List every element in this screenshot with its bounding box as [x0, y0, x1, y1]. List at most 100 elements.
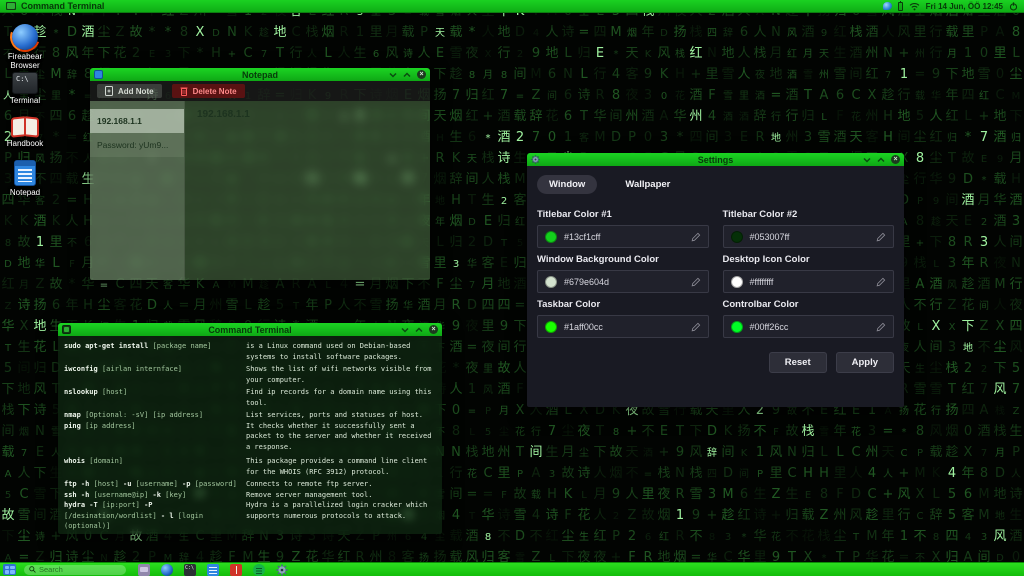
terminal-row: nmap [Optional: -sV] [ip address]List se… [64, 410, 436, 421]
settings-titlebar[interactable]: Settings × [527, 153, 904, 166]
command-desc: This package provides a command line cli… [246, 456, 436, 477]
terminal-output[interactable]: sudo apt-get install [package name]is a … [58, 336, 442, 535]
color-input[interactable]: #1aff00cc [537, 315, 709, 338]
note-editor[interactable]: 192.168.1.1 [185, 101, 430, 281]
prompt-symbol: $ [72, 535, 76, 536]
taskbar-app-icons: C:\ [138, 564, 288, 576]
minimize-icon[interactable] [389, 72, 397, 78]
command-text: ftp -h [host] -u [username] -p [password… [64, 479, 246, 490]
command-text: hydra -T [ip:port] -P [/desination/wordl… [64, 500, 246, 532]
tab-wallpaper[interactable]: Wallpaper [613, 175, 682, 194]
edit-pencil-icon[interactable] [876, 277, 886, 287]
active-app-title: Command Terminal [21, 1, 104, 11]
tab-window[interactable]: Window [537, 175, 597, 194]
wifi-icon[interactable] [909, 2, 920, 11]
minimize-icon[interactable] [401, 327, 409, 333]
desktop-icon-label: Terminal [10, 96, 40, 105]
field-titlebar-color-2: Titlebar Color #2 #053007ff [723, 203, 895, 248]
color-swatch [731, 321, 743, 333]
command-desc: Hydra is a parallelized login cracker wh… [246, 500, 436, 532]
color-input[interactable]: #ffffffff [723, 270, 895, 293]
color-input[interactable]: #053007ff [723, 225, 895, 248]
reset-button[interactable]: Reset [769, 352, 827, 373]
notepad-icon [14, 160, 36, 186]
color-value: #00ff26cc [750, 322, 789, 332]
color-input[interactable]: #00ff26cc [723, 315, 895, 338]
terminal-row: ping [ip address]It checks whether it su… [64, 421, 436, 453]
field-desktop-icon-color: Desktop Icon Color #ffffffff [723, 248, 895, 293]
search-icon [29, 566, 36, 573]
note-list-item[interactable]: 192.168.1.1 [90, 109, 184, 133]
notepad-app-icon [94, 70, 103, 79]
edit-pencil-icon[interactable] [691, 232, 701, 242]
color-swatch [545, 276, 557, 288]
terminal-icon: C:\ [12, 72, 38, 94]
color-input[interactable]: #679e604d [537, 270, 709, 293]
desktop-icon-fireabear-browser[interactable]: Fireabear Browser [2, 24, 48, 70]
close-icon[interactable]: × [417, 70, 426, 79]
desktop-icon-notepad[interactable]: Notepad [2, 160, 48, 197]
color-input[interactable]: #13cf1cff [537, 225, 709, 248]
maximize-icon[interactable] [403, 72, 411, 78]
app-icon[interactable] [138, 564, 150, 576]
clock[interactable]: Fri 14 Jun, ÖÖ 12:45 [926, 2, 1003, 11]
field-label: Titlebar Color #2 [723, 209, 895, 220]
minimize-icon[interactable] [863, 157, 871, 163]
taskbar-search[interactable] [24, 565, 126, 575]
settings-body: Window Wallpaper Titlebar Color #1 #13cf… [527, 166, 904, 408]
edit-pencil-icon[interactable] [691, 277, 701, 287]
command-desc: Find ip records for a domain name using … [246, 387, 436, 408]
terminal-window: Command Terminal × sudo apt-get install … [57, 322, 443, 535]
desktop-icon-handbook[interactable]: Handbook [2, 117, 48, 148]
color-fields: Titlebar Color #1 #13cf1cff Titlebar Col… [537, 203, 894, 338]
field-titlebar-color-1: Titlebar Color #1 #13cf1cff [537, 203, 709, 248]
close-icon[interactable]: × [891, 155, 900, 164]
settings-gear-icon[interactable] [276, 564, 288, 576]
prompt-path: ~ [64, 535, 68, 536]
settings-window: Settings × Window Wallpaper Titlebar Col… [526, 152, 905, 408]
field-taskbar-color: Taskbar Color #1aff00cc [537, 293, 709, 338]
search-input[interactable] [39, 565, 119, 574]
terminal-icon[interactable]: C:\ [184, 564, 196, 576]
start-button[interactable] [3, 564, 16, 575]
maximize-icon[interactable] [877, 157, 885, 163]
close-icon[interactable]: × [429, 325, 438, 334]
power-icon[interactable] [1009, 2, 1018, 11]
edit-pencil-icon[interactable] [876, 322, 886, 332]
terminal-row: iwconfig [airlan internface]Shows the li… [64, 364, 436, 385]
field-controlbar-color: Controlbar Color #00ff26cc [723, 293, 895, 338]
browser-globe-icon [12, 24, 38, 50]
notepad-icon[interactable] [207, 564, 219, 576]
color-value: #679e604d [564, 277, 609, 287]
desktop-icon-terminal[interactable]: C:\ Terminal [2, 72, 48, 105]
command-text: nmap [Optional: -sV] [ip address] [64, 410, 246, 421]
terminal-prompt[interactable]: ~$ [64, 534, 436, 536]
book-icon [11, 117, 39, 137]
terminal-row: hydra -T [ip:port] -P [/desination/wordl… [64, 500, 436, 532]
music-app-icon[interactable] [253, 564, 265, 576]
notepad-body: 192.168.1.1 Password: yUm9... 192.168.1.… [90, 101, 430, 281]
maximize-icon[interactable] [415, 327, 423, 333]
terminal-row: ftp -h [host] -u [username] -p [password… [64, 479, 436, 490]
delete-note-button[interactable]: Delete Note [172, 84, 245, 98]
color-swatch [545, 231, 557, 243]
browser-icon[interactable] [161, 564, 173, 576]
apply-button[interactable]: Apply [836, 352, 894, 373]
terminal-titlebar[interactable]: Command Terminal × [58, 323, 442, 336]
notepad-titlebar[interactable]: Notepad × [90, 68, 430, 81]
field-window-background-color: Window Background Color #679e604d [537, 248, 709, 293]
color-swatch [545, 321, 557, 333]
battery-icon[interactable] [898, 2, 903, 11]
note-list-item[interactable]: Password: yUm9... [90, 133, 184, 157]
delete-note-label: Delete Note [193, 87, 237, 96]
edit-pencil-icon[interactable] [876, 232, 886, 242]
edit-pencil-icon[interactable] [691, 322, 701, 332]
network-icon[interactable] [883, 2, 892, 10]
command-text: sudo apt-get install [package name] [64, 341, 246, 362]
notes-list: 192.168.1.1 Password: yUm9... [90, 101, 185, 281]
add-note-button[interactable]: Add Note [97, 84, 162, 98]
handbook-icon[interactable] [230, 564, 242, 576]
command-desc: Remove server management tool. [246, 490, 436, 501]
command-text: ssh -h [username@ip] -k [key] [64, 490, 246, 501]
terminal-row: ssh -h [username@ip] -k [key]Remove serv… [64, 490, 436, 501]
